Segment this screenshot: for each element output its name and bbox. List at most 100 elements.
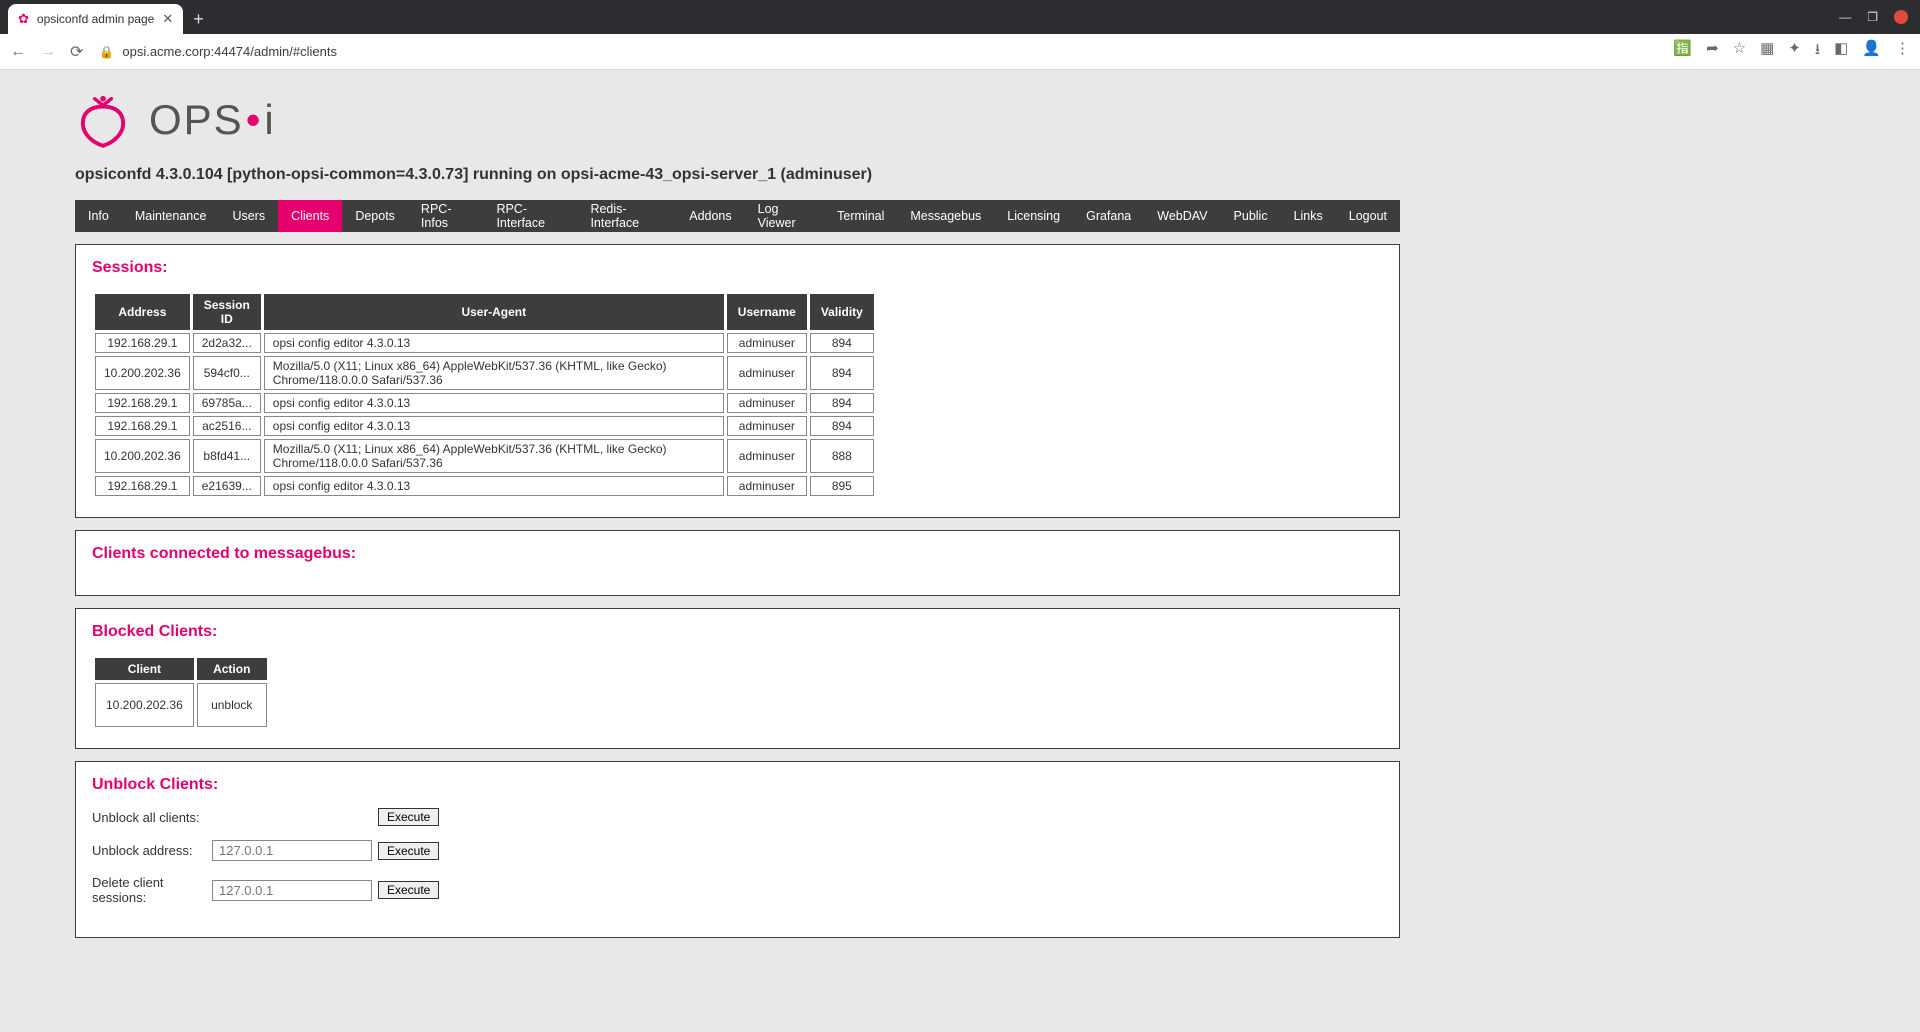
blocked-col-client: Client [95,658,194,680]
download-icon[interactable]: ⭳ [1815,39,1820,64]
sessions-cell-ua: opsi config editor 4.3.0.13 [264,476,724,496]
unblock-all-execute-button[interactable]: Execute [378,808,439,826]
window-minimize-icon[interactable]: — [1839,10,1851,24]
sessions-cell-ua: Mozilla/5.0 (X11; Linux x86_64) AppleWeb… [264,356,724,390]
page-title: opsiconfd 4.3.0.104 [python-opsi-common=… [75,166,1400,184]
unblock-button[interactable]: unblock [197,683,267,727]
delete-sessions-input[interactable] [212,880,372,901]
window-maximize-icon[interactable]: ❐ [1867,10,1878,24]
sessions-panel: Sessions: AddressSession IDUser-AgentUse… [75,244,1400,518]
blocked-client: 10.200.202.36 [95,683,194,727]
close-tab-icon[interactable]: ✕ [162,11,173,27]
extensions-icon[interactable]: ✦ [1788,39,1801,64]
new-tab-button[interactable]: + [183,4,214,34]
logo-text-a: OPS [149,96,244,144]
sessions-cell-addr: 192.168.29.1 [95,476,190,496]
sessions-cell-sid: b8fd41... [193,439,261,473]
sessions-cell-ua: opsi config editor 4.3.0.13 [264,416,724,436]
nav-reload-icon[interactable]: ⟳ [70,42,83,62]
sessions-cell-user: adminuser [727,333,807,353]
sessions-cell-val: 894 [810,356,874,390]
nav-links[interactable]: Links [1281,200,1336,232]
sessions-cell-val: 894 [810,416,874,436]
opsi-bee-icon [75,92,131,148]
nav-clients[interactable]: Clients [278,200,342,232]
nav-log-viewer[interactable]: Log Viewer [745,200,825,232]
main-nav: InfoMaintenanceUsersClientsDepotsRPC-Inf… [75,200,1400,232]
browser-tab-strip: ✿ opsiconfd admin page ✕ + — ❐ [0,0,1920,34]
profile-icon[interactable]: 👤 [1862,39,1881,64]
favicon-icon: ✿ [18,11,29,27]
browser-address-bar: ← → ⟳ 🔒 opsi.acme.corp:44474/admin/#clie… [0,34,1920,70]
nav-users[interactable]: Users [219,200,278,232]
delete-sessions-row: Delete client sessions: Execute [92,875,1383,905]
sessions-cell-user: adminuser [727,356,807,390]
sessions-row: 10.200.202.36594cf0...Mozilla/5.0 (X11; … [95,356,874,390]
sessions-col-username: Username [727,294,807,330]
browser-tab[interactable]: ✿ opsiconfd admin page ✕ [8,4,183,34]
sessions-cell-sid: 69785a... [193,393,261,413]
translate-icon[interactable]: 🈯 [1673,39,1692,64]
sessions-cell-user: adminuser [727,439,807,473]
logo-text: OPS•i [149,96,276,144]
blocked-panel: Blocked Clients: ClientAction 10.200.202… [75,608,1400,749]
sessions-table: AddressSession IDUser-AgentUsernameValid… [92,291,877,499]
sessions-heading: Sessions: [92,259,1383,277]
sessions-cell-ua: Mozilla/5.0 (X11; Linux x86_64) AppleWeb… [264,439,724,473]
unblock-address-input[interactable] [212,840,372,861]
kebab-menu-icon[interactable]: ⋮ [1895,39,1910,64]
nav-depots[interactable]: Depots [342,200,408,232]
nav-public[interactable]: Public [1221,200,1281,232]
sessions-cell-val: 894 [810,393,874,413]
url-field[interactable]: 🔒 opsi.acme.corp:44474/admin/#clients [97,44,1659,59]
sessions-cell-addr: 10.200.202.36 [95,356,190,390]
admin-page: OPS•i opsiconfd 4.3.0.104 [python-opsi-c… [0,70,1440,978]
sessions-cell-user: adminuser [727,416,807,436]
window-close-icon[interactable] [1894,10,1908,24]
nav-addons[interactable]: Addons [676,200,744,232]
bookmark-icon[interactable]: ☆ [1733,39,1746,64]
nav-info[interactable]: Info [75,200,122,232]
sessions-cell-user: adminuser [727,476,807,496]
qr-icon[interactable]: ▦ [1760,39,1774,64]
panel-icon[interactable]: ◧ [1834,39,1848,64]
nav-rpc-infos[interactable]: RPC-Infos [408,200,484,232]
nav-back-icon[interactable]: ← [10,43,26,61]
unblock-panel: Unblock Clients: Unblock all clients: Ex… [75,761,1400,938]
unblock-address-row: Unblock address: Execute [92,840,1383,861]
url-text: opsi.acme.corp:44474/admin/#clients [122,44,337,59]
sessions-col-session-id: Session ID [193,294,261,330]
nav-licensing[interactable]: Licensing [994,200,1073,232]
sessions-cell-sid: e21639... [193,476,261,496]
nav-rpc-interface[interactable]: RPC-Interface [483,200,577,232]
sessions-cell-sid: 594cf0... [193,356,261,390]
sessions-col-validity: Validity [810,294,874,330]
sessions-cell-addr: 192.168.29.1 [95,333,190,353]
nav-terminal[interactable]: Terminal [824,200,897,232]
delete-sessions-execute-button[interactable]: Execute [378,881,439,899]
nav-messagebus[interactable]: Messagebus [897,200,994,232]
nav-forward-icon[interactable]: → [40,43,56,61]
messagebus-heading: Clients connected to messagebus: [92,545,1383,563]
unblock-heading: Unblock Clients: [92,776,1383,794]
sessions-row: 192.168.29.1ac2516...opsi config editor … [95,416,874,436]
nav-maintenance[interactable]: Maintenance [122,200,220,232]
nav-redis-interface[interactable]: Redis-Interface [577,200,676,232]
logo-dot-icon: • [246,96,263,144]
nav-logout[interactable]: Logout [1336,200,1400,232]
window-controls: — ❐ [1839,0,1920,34]
unblock-address-execute-button[interactable]: Execute [378,842,439,860]
sessions-cell-val: 895 [810,476,874,496]
delete-sessions-label: Delete client sessions: [92,875,212,905]
sessions-row: 192.168.29.12d2a32...opsi config editor … [95,333,874,353]
nav-webdav[interactable]: WebDAV [1144,200,1220,232]
share-icon[interactable]: ➦ [1706,39,1719,64]
blocked-row: 10.200.202.36unblock [95,683,267,727]
sessions-col-user-agent: User-Agent [264,294,724,330]
sessions-cell-ua: opsi config editor 4.3.0.13 [264,393,724,413]
nav-grafana[interactable]: Grafana [1073,200,1144,232]
blocked-heading: Blocked Clients: [92,623,1383,641]
blocked-table: ClientAction 10.200.202.36unblock [92,655,270,730]
sessions-cell-user: adminuser [727,393,807,413]
lock-icon: 🔒 [99,45,114,59]
